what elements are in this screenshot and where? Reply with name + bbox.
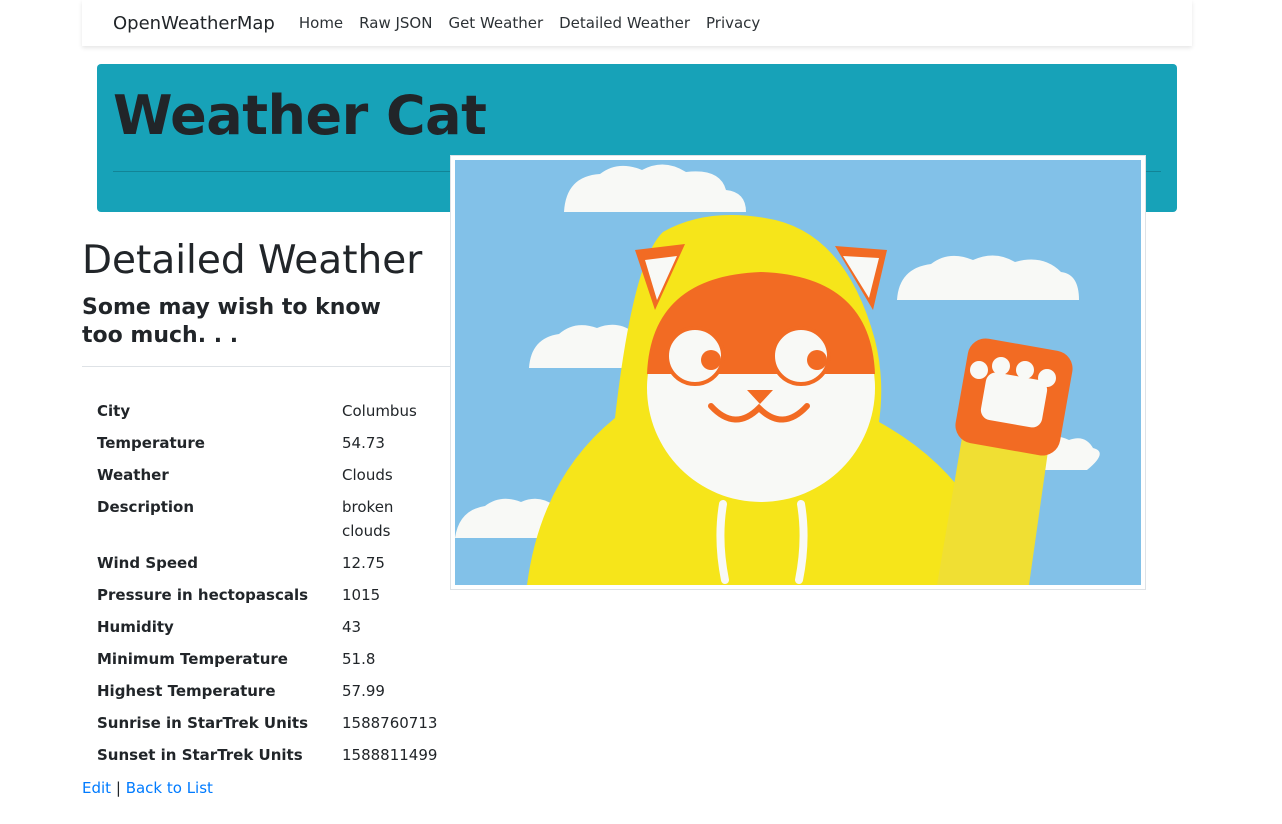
detail-row: Pressure in hectopascals 1015 bbox=[97, 583, 457, 607]
link-separator: | bbox=[115, 779, 121, 797]
detail-value-pressure: 1015 bbox=[342, 586, 381, 604]
detail-row: Humidity 43 bbox=[97, 615, 457, 639]
detail-label-temperature: Temperature bbox=[97, 434, 205, 452]
page-title: Detailed Weather bbox=[82, 238, 423, 283]
nav-raw-json[interactable]: Raw JSON bbox=[359, 14, 432, 32]
footer-links: Edit | Back to List bbox=[82, 776, 213, 800]
detail-value-max-temperature: 57.99 bbox=[342, 682, 385, 700]
detail-value-temperature: 54.73 bbox=[342, 434, 385, 452]
detail-value-city: Columbus bbox=[342, 402, 417, 420]
detail-label-humidity: Humidity bbox=[97, 618, 174, 636]
detail-row: Minimum Temperature 51.8 bbox=[97, 647, 457, 671]
detail-row: City Columbus bbox=[97, 399, 457, 423]
detail-row: Sunset in StarTrek Units 1588811499 bbox=[97, 743, 457, 767]
detail-value-humidity: 43 bbox=[342, 618, 362, 636]
nav-get-weather[interactable]: Get Weather bbox=[448, 14, 543, 32]
detail-label-sunrise: Sunrise in StarTrek Units bbox=[97, 714, 309, 732]
detail-row: Weather Clouds bbox=[97, 463, 457, 487]
nav-privacy[interactable]: Privacy bbox=[706, 14, 760, 32]
detail-label-description: Description bbox=[97, 498, 195, 516]
weather-cat-image bbox=[450, 155, 1146, 590]
back-to-list-link[interactable]: Back to List bbox=[126, 779, 213, 797]
edit-link[interactable]: Edit bbox=[82, 779, 111, 797]
detail-value-description: broken clouds bbox=[342, 498, 394, 540]
nav-detailed-weather[interactable]: Detailed Weather bbox=[559, 14, 690, 32]
section-divider bbox=[82, 366, 452, 367]
detail-row: Highest Temperature 57.99 bbox=[97, 679, 457, 703]
detail-label-city: City bbox=[97, 402, 131, 420]
nav-home[interactable]: Home bbox=[299, 14, 343, 32]
detail-label-weather: Weather bbox=[97, 466, 169, 484]
page-subtitle: Some may wish to know too much. . . bbox=[82, 295, 381, 348]
detail-row: Wind Speed 12.75 bbox=[97, 551, 457, 575]
detail-row: Temperature 54.73 bbox=[97, 431, 457, 455]
jumbotron-title: Weather Cat bbox=[113, 84, 487, 147]
detail-label-pressure: Pressure in hectopascals bbox=[97, 586, 309, 604]
detail-value-min-temperature: 51.8 bbox=[342, 650, 376, 668]
detail-value-weather: Clouds bbox=[342, 466, 393, 484]
weather-details-list: City Columbus Temperature 54.73 Weather … bbox=[97, 399, 457, 775]
detail-label-max-temperature: Highest Temperature bbox=[97, 682, 276, 700]
detail-label-wind-speed: Wind Speed bbox=[97, 554, 198, 572]
detail-row: Description broken clouds bbox=[97, 495, 457, 543]
weather-cat-illustration-icon bbox=[455, 160, 1141, 585]
navbar-brand[interactable]: OpenWeatherMap bbox=[113, 13, 275, 34]
detail-label-min-temperature: Minimum Temperature bbox=[97, 650, 288, 668]
detail-label-sunset: Sunset in StarTrek Units bbox=[97, 746, 303, 764]
detail-value-sunrise: 1588760713 bbox=[342, 714, 438, 732]
top-navbar: OpenWeatherMap Home Raw JSON Get Weather… bbox=[82, 0, 1192, 46]
detail-value-wind-speed: 12.75 bbox=[342, 554, 385, 572]
detail-value-sunset: 1588811499 bbox=[342, 746, 438, 764]
detail-row: Sunrise in StarTrek Units 1588760713 bbox=[97, 711, 457, 735]
